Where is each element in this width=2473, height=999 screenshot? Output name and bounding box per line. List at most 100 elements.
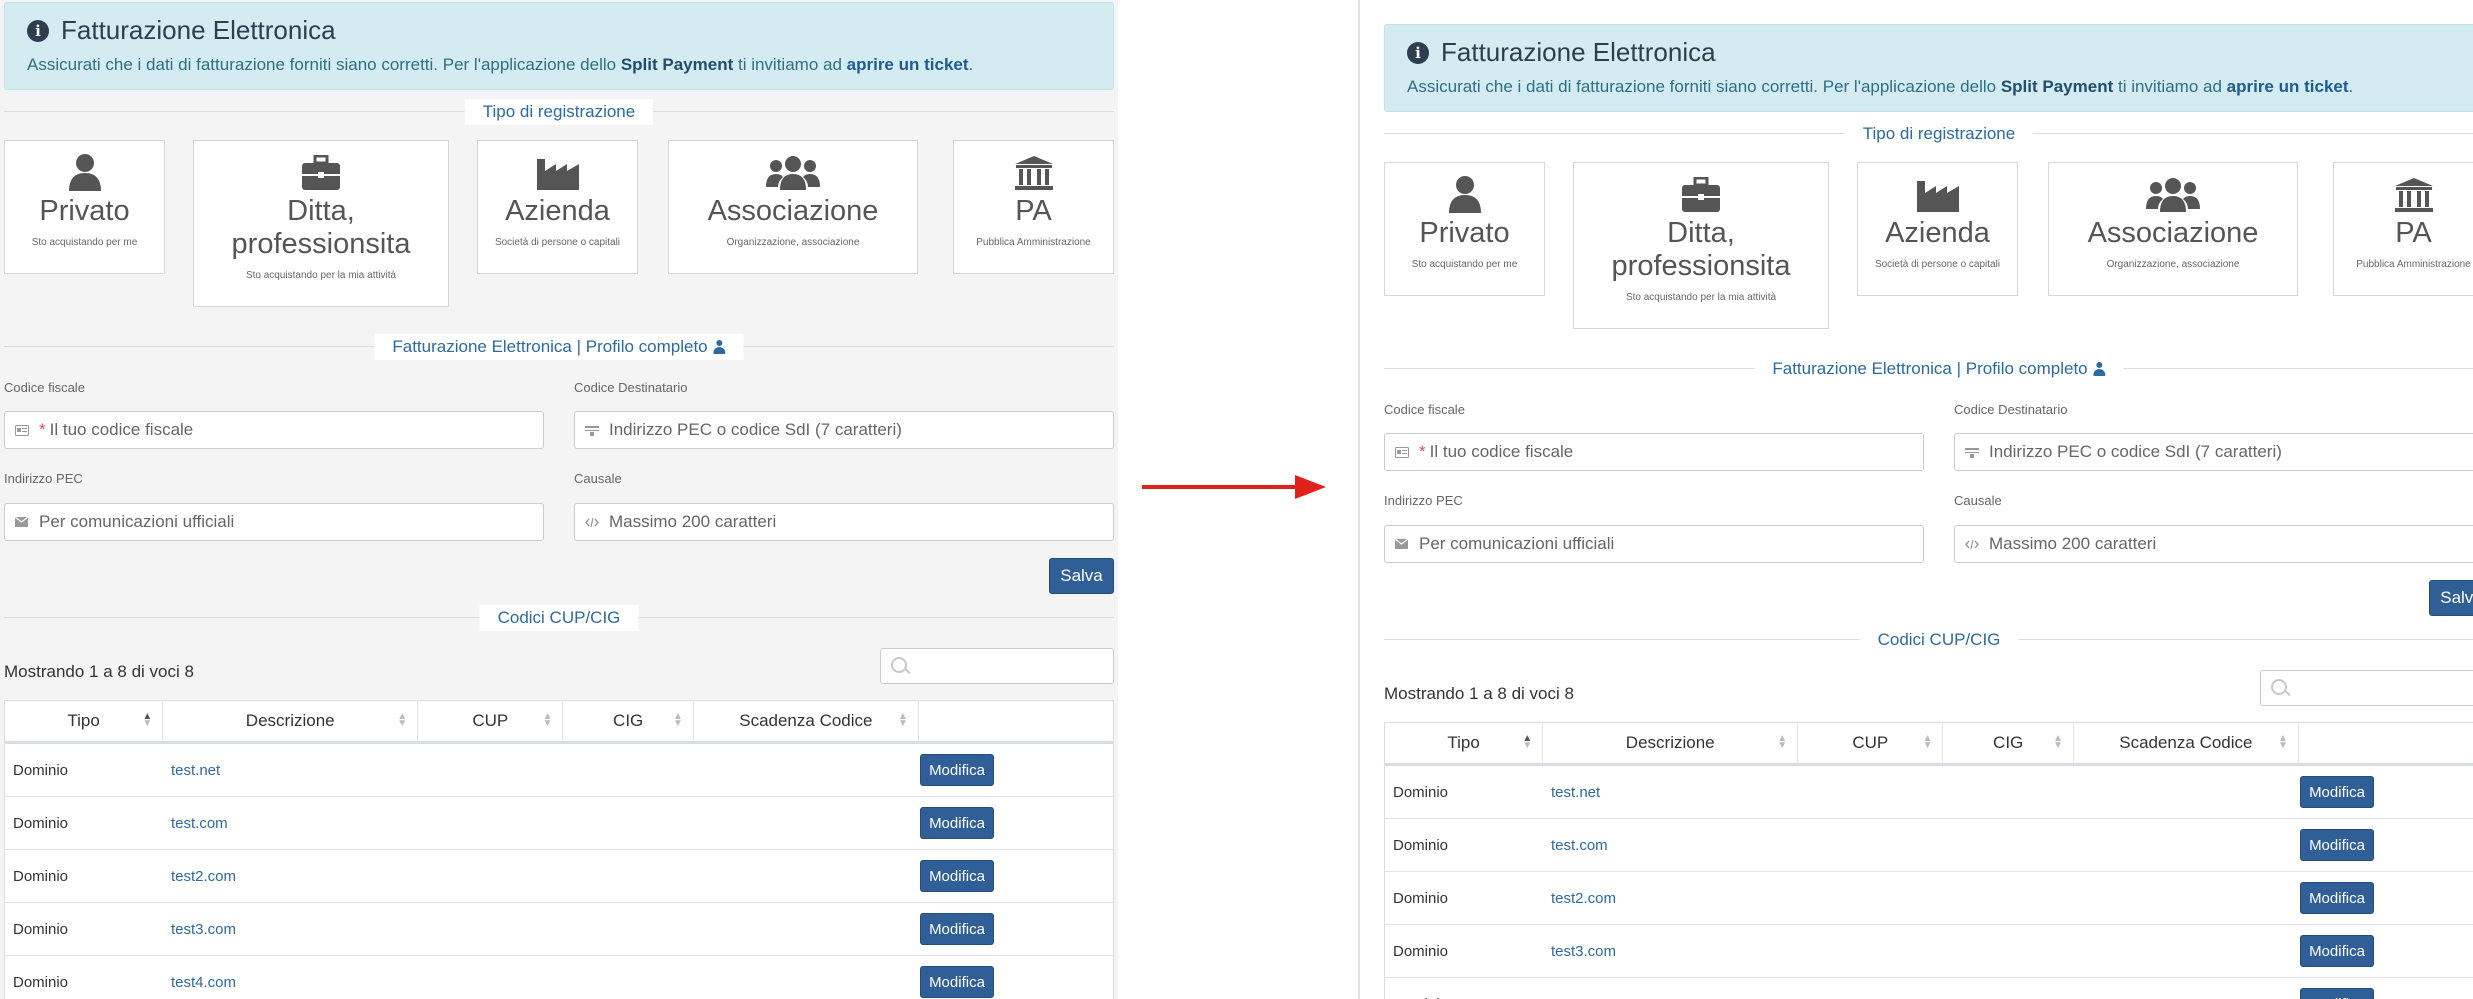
sort-arrows-icon: ▲ ▼ xyxy=(2277,733,2288,751)
indirizzo-pec-input[interactable]: Per comunicazioni ufficiali xyxy=(4,503,544,541)
card-privato[interactable]: Privato Sto acquistando per me xyxy=(1384,162,1545,296)
cell-descrizione[interactable]: test.net xyxy=(1543,784,2300,801)
sort-arrows-icon: ▲ ▼ xyxy=(142,711,153,729)
panel-after: i Fatturazione Elettronica Assicurati ch… xyxy=(1358,0,2473,999)
search-icon xyxy=(891,657,907,673)
card-title: PA xyxy=(1015,195,1052,227)
info-icon: i xyxy=(27,19,49,42)
cell-tipo: Dominio xyxy=(13,814,69,832)
card-ditta[interactable]: Ditta, professionsita Sto acquistando pe… xyxy=(193,140,449,307)
briefcase-icon xyxy=(1682,177,1720,212)
alert-text: Assicurati che i dati di fatturazione fo… xyxy=(1407,77,2353,97)
edit-button[interactable]: Modifica xyxy=(920,913,994,945)
edit-button[interactable]: Modifica xyxy=(2300,935,2374,967)
column-header-scadenza[interactable]: Scadenza Codice ▲ ▼ xyxy=(694,701,919,741)
table-row: Dominio test3.com Modifica xyxy=(5,903,1113,956)
card-azienda[interactable]: Azienda Società di persone o capitali xyxy=(1857,162,2018,296)
codes-table: Tipo ▲ ▼ Descrizione ▲ ▼ CUP ▲ ▼ CIG ▲ ▼ Scadenz… xyxy=(4,700,1114,999)
cell-descrizione[interactable]: test.com xyxy=(1543,837,2300,854)
card-title: Azienda xyxy=(1885,217,1990,249)
column-label: Tipo xyxy=(67,711,100,730)
causale-input[interactable]: Massimo 200 caratteri xyxy=(574,503,1114,541)
user-icon xyxy=(713,340,726,354)
indirizzo-pec-input[interactable]: Per comunicazioni ufficiali xyxy=(1384,525,1924,563)
column-header-tipo[interactable]: Tipo ▲ ▼ xyxy=(1385,723,1544,763)
table-row: Dominio test.com Modifica xyxy=(5,797,1113,850)
users-icon xyxy=(2146,178,2200,212)
card-ditta[interactable]: Ditta, professionsita Sto acquistando pe… xyxy=(1573,162,1829,329)
table-row: Dominio test2.com Modifica xyxy=(5,850,1113,903)
entries-count: Mostrando 1 a 8 di voci 8 xyxy=(4,662,194,681)
open-ticket-link[interactable]: aprire un ticket xyxy=(847,55,969,74)
column-header-descrizione[interactable]: Descrizione ▲ ▼ xyxy=(163,701,419,741)
causale-placeholder: Massimo 200 caratteri xyxy=(609,512,777,531)
card-azienda[interactable]: Azienda Società di persone o capitali xyxy=(477,140,638,274)
column-label: Descrizione xyxy=(245,711,335,730)
cell-descrizione[interactable]: test3.com xyxy=(1543,943,2300,960)
edit-button[interactable]: Modifica xyxy=(2300,776,2374,808)
column-header-cup[interactable]: CUP ▲ ▼ xyxy=(1798,723,1944,763)
table-header: Tipo ▲ ▼ Descrizione ▲ ▼ CUP ▲ ▼ CIG ▲ ▼ Scadenz… xyxy=(1385,723,2473,766)
barcode-icon xyxy=(1965,447,1981,458)
label-codice-destinatario: Codice Destinatario xyxy=(574,380,688,395)
panel-inner: i Fatturazione Elettronica Assicurati ch… xyxy=(1380,22,2473,999)
column-header-cig[interactable]: CIG ▲ ▼ xyxy=(563,701,694,741)
section-divider: Codici CUP/CIG xyxy=(4,605,1114,631)
section-divider: Fatturazione Elettronica | Profilo compl… xyxy=(1384,356,2473,382)
codice-destinatario-input[interactable]: Indirizzo PEC o codice SdI (7 caratteri) xyxy=(574,411,1114,449)
sort-arrows-icon: ▲ ▼ xyxy=(897,711,908,729)
card-subtitle: Sto acquistando per la mia attività xyxy=(1625,292,1777,303)
save-button[interactable]: Salva xyxy=(2429,580,2473,616)
card-subtitle: Pubblica Amministrazione xyxy=(2356,259,2471,270)
column-label: CIG xyxy=(1993,733,2024,752)
alert-text: Assicurati che i dati di fatturazione fo… xyxy=(27,55,973,75)
panel-inner: i Fatturazione Elettronica Assicurati ch… xyxy=(0,0,1118,999)
card-pa[interactable]: PA Pubblica Amministrazione xyxy=(2333,162,2473,296)
section-divider: Codici CUP/CIG xyxy=(1384,627,2473,653)
codice-fiscale-input[interactable]: * Il tuo codice fiscale xyxy=(4,411,544,449)
alert-text-mid: ti invitiamo ad xyxy=(2113,77,2227,96)
label-codice-destinatario: Codice Destinatario xyxy=(1954,402,2068,417)
open-ticket-link[interactable]: aprire un ticket xyxy=(2227,77,2349,96)
column-header-cup[interactable]: CUP ▲ ▼ xyxy=(418,701,564,741)
column-header-scadenza[interactable]: Scadenza Codice ▲ ▼ xyxy=(2074,723,2299,763)
card-associazione[interactable]: Associazione Organizzazione, associazion… xyxy=(2048,162,2298,296)
table-row: Dominio test.com Modifica xyxy=(1385,819,2473,872)
cell-descrizione[interactable]: test4.com xyxy=(1543,996,2300,999)
edit-button[interactable]: Modifica xyxy=(920,966,994,998)
table-search-input[interactable] xyxy=(2260,670,2473,706)
table-search-input[interactable] xyxy=(880,648,1114,684)
cell-descrizione[interactable]: test.net xyxy=(163,762,920,779)
cell-descrizione[interactable]: test4.com xyxy=(163,974,920,991)
edit-button[interactable]: Modifica xyxy=(920,860,994,892)
envelope-icon xyxy=(15,517,31,527)
edit-button[interactable]: Modifica xyxy=(920,807,994,839)
sort-arrows-icon: ▲ ▼ xyxy=(1777,733,1788,751)
codice-fiscale-input[interactable]: * Il tuo codice fiscale xyxy=(1384,433,1924,471)
card-title: Privato xyxy=(1419,217,1510,249)
cell-descrizione[interactable]: test.com xyxy=(163,815,920,832)
card-pa[interactable]: PA Pubblica Amministrazione xyxy=(953,140,1114,274)
edit-button[interactable]: Modifica xyxy=(2300,829,2374,861)
section-title-codes: Codici CUP/CIG xyxy=(479,605,639,631)
card-title: Associazione xyxy=(707,195,879,227)
edit-button[interactable]: Modifica xyxy=(920,754,994,786)
card-privato[interactable]: Privato Sto acquistando per me xyxy=(4,140,165,274)
edit-button[interactable]: Modifica xyxy=(2300,882,2374,914)
card-associazione[interactable]: Associazione Organizzazione, associazion… xyxy=(668,140,918,274)
column-header-cig[interactable]: CIG ▲ ▼ xyxy=(1943,723,2074,763)
cell-descrizione[interactable]: test3.com xyxy=(163,921,920,938)
cell-descrizione[interactable]: test2.com xyxy=(1543,890,2300,907)
column-header-tipo[interactable]: Tipo ▲ ▼ xyxy=(5,701,164,741)
alert-text-prefix: Assicurati che i dati di fatturazione fo… xyxy=(27,55,621,74)
codice-destinatario-input[interactable]: Indirizzo PEC o codice SdI (7 caratteri) xyxy=(1954,433,2473,471)
section-divider: Tipo di registrazione xyxy=(4,99,1114,125)
save-button[interactable]: Salva xyxy=(1049,558,1114,594)
codes-table: Tipo ▲ ▼ Descrizione ▲ ▼ CUP ▲ ▼ CIG ▲ ▼ Scadenz… xyxy=(1384,722,2473,999)
causale-input[interactable]: Massimo 200 caratteri xyxy=(1954,525,2473,563)
cell-descrizione[interactable]: test2.com xyxy=(163,868,920,885)
sort-arrows-icon: ▲ ▼ xyxy=(2052,733,2063,751)
section-title-profile-text: Fatturazione Elettronica | Profilo compl… xyxy=(1772,359,2088,378)
column-header-descrizione[interactable]: Descrizione ▲ ▼ xyxy=(1543,723,1799,763)
edit-button[interactable]: Modifica xyxy=(2300,988,2374,999)
